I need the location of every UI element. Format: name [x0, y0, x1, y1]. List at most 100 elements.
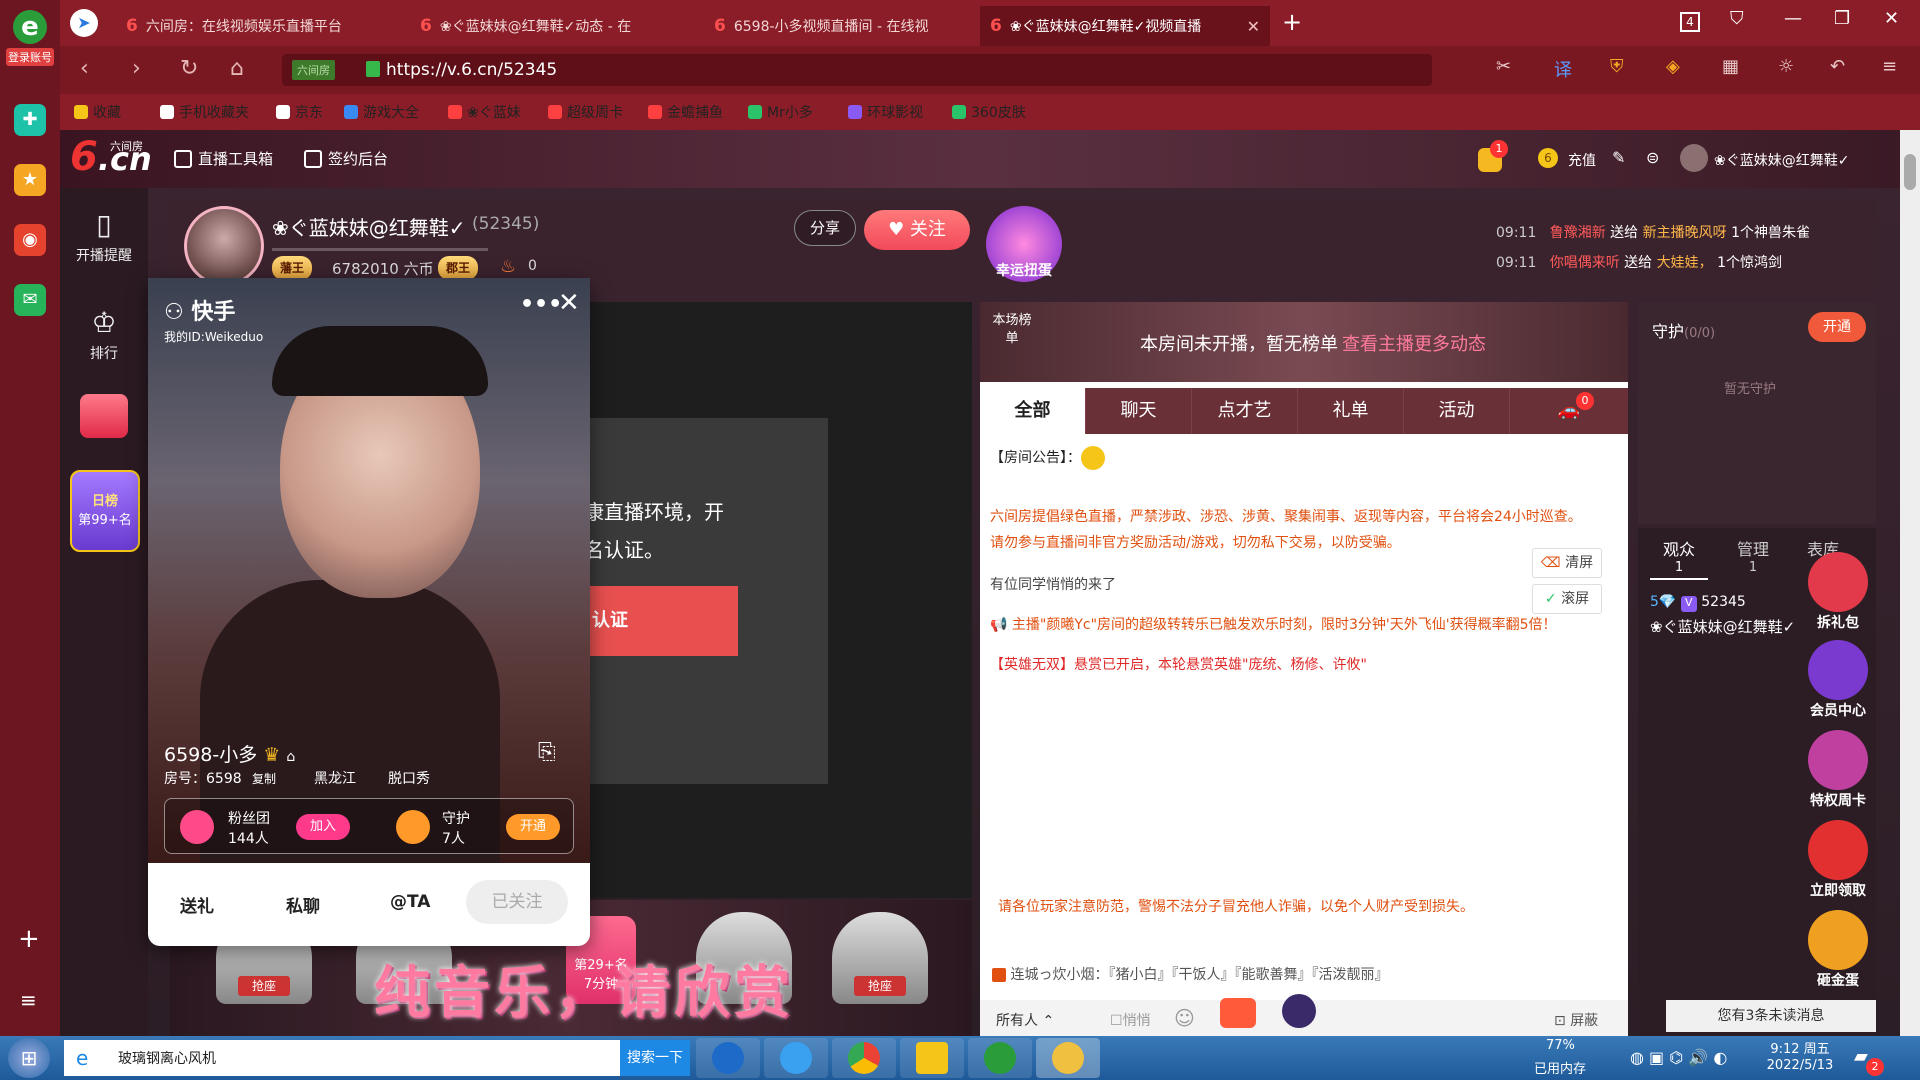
- home-icon[interactable]: ⌂: [230, 56, 244, 81]
- bookmark-mobile[interactable]: 手机收藏夹: [160, 102, 249, 122]
- forward-icon[interactable]: ›: [132, 56, 141, 81]
- guard-open-button[interactable]: 开通: [1808, 312, 1866, 342]
- mention-button[interactable]: @TA: [390, 892, 430, 912]
- signin-link[interactable]: 签约后台: [304, 148, 388, 169]
- gift-sender[interactable]: 鲁豫湘新: [1550, 225, 1606, 241]
- join-fans-button[interactable]: 加入: [296, 814, 350, 840]
- tab-car[interactable]: 🚗: [1510, 388, 1628, 434]
- favorites-icon[interactable]: ★: [14, 164, 46, 196]
- send-gift-button[interactable]: 送礼: [180, 892, 214, 917]
- golden-egg-button[interactable]: 砸金蛋: [1800, 910, 1876, 990]
- clear-screen-button[interactable]: ⌫ 清屏: [1532, 548, 1602, 578]
- recharge-link[interactable]: 充值: [1568, 150, 1596, 170]
- new-tab-button[interactable]: +: [1282, 8, 1302, 36]
- quiet-checkbox[interactable]: ☐悄悄: [1110, 1010, 1151, 1030]
- tab-talent[interactable]: 点才艺: [1192, 388, 1298, 434]
- bookmark-games[interactable]: 游戏大全: [344, 102, 419, 122]
- back-icon[interactable]: ‹: [80, 56, 89, 81]
- clock-time[interactable]: 9:12 周五: [1760, 1038, 1840, 1057]
- taskbar-app-folder[interactable]: [900, 1038, 964, 1078]
- undo-icon[interactable]: ↶: [1830, 56, 1845, 77]
- menu-icon[interactable]: ≡: [20, 988, 37, 1012]
- gift-pack-button[interactable]: 拆礼包: [1800, 552, 1876, 632]
- browser-menu-icon[interactable]: ≡: [1882, 56, 1897, 77]
- start-button[interactable]: ⊞: [8, 1038, 50, 1078]
- mail-icon[interactable]: ✉: [14, 284, 46, 316]
- bookmark-weekcard[interactable]: 超级周卡: [548, 102, 623, 122]
- page-scrollbar[interactable]: [1900, 130, 1920, 1036]
- anchor-avatar[interactable]: [184, 206, 264, 286]
- tab-chat[interactable]: 聊天: [1086, 388, 1192, 434]
- taskbar-app-k[interactable]: [696, 1038, 760, 1078]
- bookmark-mrxiaoduo[interactable]: Mr小多: [748, 102, 813, 122]
- tab-activity[interactable]: 活动: [1404, 388, 1510, 434]
- enter-room-icon[interactable]: ⎘: [538, 740, 556, 765]
- emoji-icon[interactable]: ☺: [1174, 1006, 1195, 1030]
- vip-center-button[interactable]: 会员中心: [1800, 640, 1876, 720]
- tab-2[interactable]: 6 ❀ぐ蓝妹妹@红舞鞋✓动态 - 在: [410, 6, 700, 46]
- bookmark-lanmeimei[interactable]: ❀ぐ蓝妹: [448, 102, 521, 122]
- gift-target[interactable]: 大娃娃，: [1657, 255, 1713, 271]
- apps-grid-icon[interactable]: ▦: [1722, 56, 1739, 77]
- tab-admin[interactable]: 管理 1: [1728, 536, 1778, 575]
- tray-icons[interactable]: ◍ ▣ ⌬ 🔊 ◐: [1630, 1048, 1727, 1067]
- bookmark-jd[interactable]: 京东: [276, 102, 323, 122]
- link-text[interactable]: 连城っ炊小烟：『猪小白』『干饭人』『能歌善舞』『活泼靓丽』: [1010, 967, 1388, 983]
- verify-button[interactable]: 认证: [580, 586, 738, 656]
- tab-4-active[interactable]: 6 ❀ぐ蓝妹妹@红舞鞋✓视频直播 ✕: [980, 6, 1270, 46]
- tab-all[interactable]: 全部: [980, 388, 1086, 434]
- shirt-icon[interactable]: ⛉: [1730, 8, 1744, 29]
- unread-messages[interactable]: 您有3条未读消息: [1666, 1000, 1876, 1032]
- shield-icon[interactable]: ⛨: [1610, 56, 1624, 77]
- nav-live-remind[interactable]: ▯ 开播提醒: [60, 208, 148, 265]
- seat-4[interactable]: 抢座: [832, 912, 928, 1004]
- scissors-icon[interactable]: ✂: [1496, 56, 1511, 77]
- audience-user-name[interactable]: ❀ぐ蓝妹妹@红舞鞋✓: [1650, 616, 1795, 637]
- bookmark-skins[interactable]: 360皮肤: [952, 102, 1026, 122]
- tab-3[interactable]: 6 6598-小多视频直播间 - 在线视: [704, 6, 974, 46]
- open-guard-button[interactable]: 开通: [506, 814, 560, 840]
- navigate-icon[interactable]: ➤: [70, 9, 98, 37]
- gift-icon[interactable]: [1220, 998, 1256, 1028]
- lucky-egg-button[interactable]: 幸运扭蛋: [986, 206, 1062, 282]
- scroll-thumb[interactable]: [1904, 154, 1916, 190]
- tab-gifts[interactable]: 礼单: [1298, 388, 1404, 434]
- rank-label[interactable]: 本场榜单: [992, 312, 1032, 348]
- tab-audience[interactable]: 观众 1: [1654, 536, 1704, 575]
- more-icon[interactable]: •••: [520, 292, 562, 317]
- target-select[interactable]: 所有人 ⌃: [996, 1010, 1054, 1030]
- url-field[interactable]: 六间房 https://v.6.cn/52345: [282, 54, 1432, 86]
- tab-count-badge[interactable]: 4: [1680, 12, 1700, 32]
- brightness-icon[interactable]: ☼: [1778, 56, 1794, 77]
- medal-icon[interactable]: [1282, 994, 1316, 1028]
- toolbox-link[interactable]: 直播工具箱: [174, 148, 273, 169]
- follow-button[interactable]: ♥ 关注: [864, 210, 970, 250]
- plus-app-icon[interactable]: ✚: [14, 104, 46, 136]
- close-icon[interactable]: ✕: [558, 288, 580, 318]
- add-icon[interactable]: +: [18, 924, 40, 954]
- home-icon[interactable]: ⌂: [286, 749, 295, 765]
- live-icon[interactable]: [80, 394, 128, 438]
- clock-date[interactable]: 2022/5/13: [1760, 1058, 1840, 1073]
- private-chat-button[interactable]: 私聊: [286, 892, 320, 917]
- bookmark-fishing[interactable]: 金蟾捕鱼: [648, 102, 723, 122]
- taskbar-app-game[interactable]: [1036, 1038, 1100, 1078]
- bookmark-favorites[interactable]: 收藏: [74, 102, 121, 122]
- taskbar-app-browser[interactable]: [968, 1038, 1032, 1078]
- daily-rank-badge[interactable]: 日榜 第99+名: [70, 470, 140, 552]
- nav-ranking[interactable]: ♔ 排行: [60, 306, 148, 363]
- taskbar-app-ie[interactable]: [764, 1038, 828, 1078]
- scroll-screen-button[interactable]: ✓ 滚屏: [1532, 584, 1602, 614]
- copy-button[interactable]: 复制: [252, 770, 276, 787]
- close-window-icon[interactable]: ✕: [1884, 8, 1899, 29]
- game-icon[interactable]: ◈: [1666, 56, 1680, 77]
- user-name[interactable]: ❀ぐ蓝妹妹@红舞鞋✓: [1714, 150, 1849, 170]
- translate-icon[interactable]: 译: [1554, 56, 1572, 82]
- message-icon[interactable]: ⊜: [1646, 148, 1659, 167]
- gift-target[interactable]: 新主播晚风呀: [1643, 225, 1727, 241]
- share-button[interactable]: 分享: [794, 210, 856, 246]
- gift-sender[interactable]: 你唱偶来听: [1550, 255, 1620, 271]
- claim-now-button[interactable]: 立即领取: [1800, 820, 1876, 900]
- minimize-icon[interactable]: —: [1784, 8, 1802, 29]
- maximize-icon[interactable]: ❐: [1834, 8, 1850, 29]
